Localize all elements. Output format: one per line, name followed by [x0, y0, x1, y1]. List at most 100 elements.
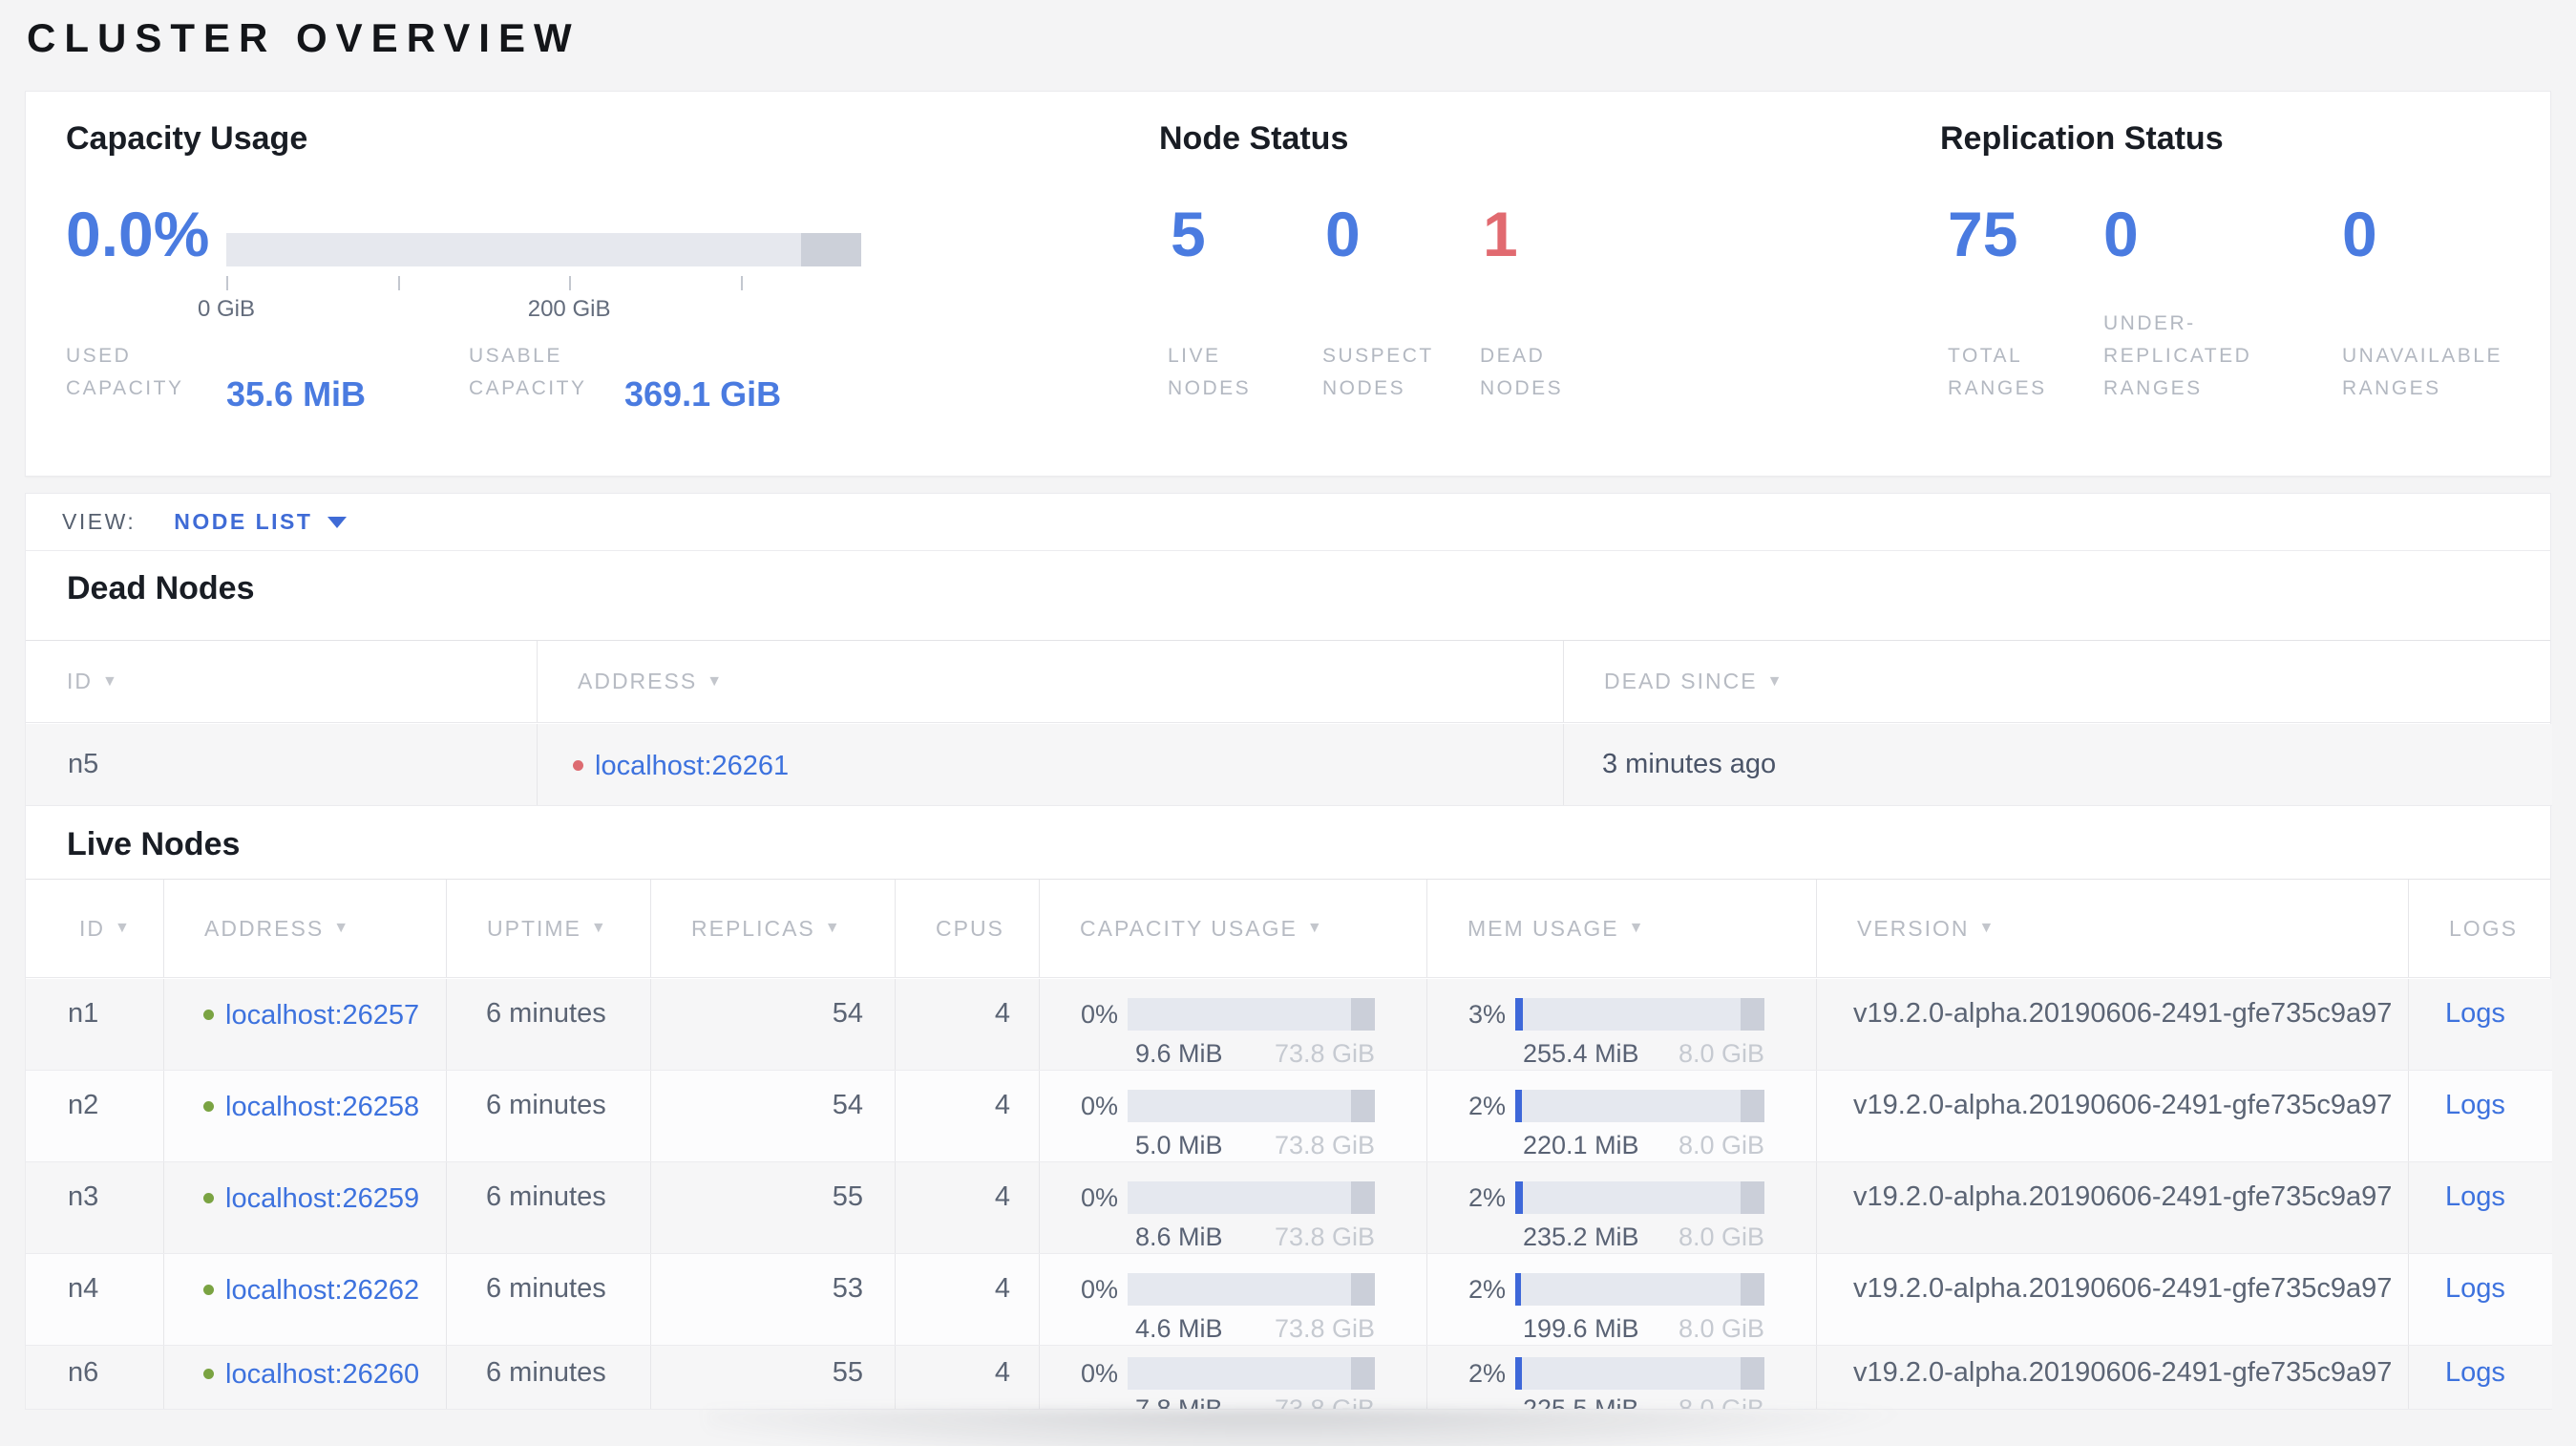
capacity-total-value: 73.8 GiB [1274, 1039, 1375, 1068]
cpus-value: 4 [895, 1162, 1039, 1253]
node-address-link[interactable]: localhost:26259 [225, 1183, 419, 1215]
node-address-link[interactable]: localhost:26260 [225, 1359, 419, 1391]
mem-bar-track [1515, 998, 1764, 1031]
node-status-heading: Node Status [1159, 120, 1349, 157]
replicas-value: 54 [650, 1071, 895, 1161]
capacity-bar-reserved-segment [1351, 1357, 1375, 1390]
dead-nodes-label: DEAD NODES [1480, 345, 1564, 399]
column-header-id[interactable]: ID ▼ [26, 880, 163, 977]
axis-tick [226, 276, 228, 290]
capacity-usage-cell: 0% 5.0 MiB 73.8 GiB [1039, 1071, 1426, 1161]
mem-used-value: 255.4 MiB [1523, 1039, 1639, 1068]
column-header-id[interactable]: ID ▼ [26, 641, 537, 722]
capacity-percent: 0% [1080, 1274, 1118, 1304]
capacity-used-value: 8.6 MiB [1135, 1223, 1223, 1251]
mem-bar-fill [1515, 1273, 1522, 1306]
dead-nodes-table-header: ID ▼ ADDRESS ▼ DEAD SINCE ▼ [26, 640, 2550, 723]
capacity-total-value: 73.8 GiB [1274, 1131, 1375, 1159]
node-address-cell: localhost:26260 [163, 1346, 446, 1409]
column-header-version[interactable]: VERSION ▼ [1816, 880, 2408, 977]
logs-cell: Logs [2408, 1254, 2552, 1345]
mem-bar-fill [1515, 998, 1523, 1031]
logs-link[interactable]: Logs [2445, 1273, 2505, 1304]
node-address-cell: localhost:26262 [163, 1254, 446, 1345]
capacity-usage-cell: 0% 9.6 MiB 73.8 GiB [1039, 979, 1426, 1070]
logs-link[interactable]: Logs [2445, 998, 2505, 1029]
mem-used-value: 199.6 MiB [1523, 1314, 1639, 1343]
sort-arrow-icon: ▼ [1978, 920, 1996, 936]
live-nodes-label: LIVE NODES [1168, 345, 1252, 399]
logs-cell: Logs [2408, 1162, 2552, 1253]
dead-since-value: 3 minutes ago [1563, 724, 2552, 805]
view-bar: VIEW: NODE LIST [25, 493, 2551, 551]
node-id: n3 [68, 1181, 99, 1212]
mem-bar-reserved-segment [1741, 1273, 1764, 1306]
mem-used-value: 220.1 MiB [1523, 1131, 1639, 1159]
column-header-address[interactable]: ADDRESS ▼ [537, 641, 1563, 722]
view-label: VIEW: [62, 509, 137, 534]
live-nodes-heading: Live Nodes [67, 826, 241, 862]
unavailable-count: 0 [2342, 199, 2377, 269]
column-header-cpus: CPUS [895, 880, 1039, 977]
node-address-cell: localhost:26261 [537, 724, 1563, 805]
mem-bar-fill [1515, 1181, 1523, 1214]
suspect-nodes-count: 0 [1325, 199, 1361, 269]
version-value: v19.2.0-alpha.20190606-2491-gfe735c9a97 [1816, 1254, 2408, 1345]
table-row: n2 localhost:26258 6 minutes 54 4 0% 5.0… [26, 1071, 2552, 1162]
mem-bar-reserved-segment [1741, 998, 1764, 1031]
capacity-percent: 0% [1080, 999, 1118, 1029]
node-address-link[interactable]: localhost:26261 [595, 751, 789, 782]
node-address-cell: localhost:26258 [163, 1071, 446, 1161]
logs-link[interactable]: Logs [2445, 1181, 2505, 1212]
column-header-address[interactable]: ADDRESS ▼ [163, 880, 446, 977]
logs-cell: Logs [2408, 979, 2552, 1070]
dead-node-dot-icon [573, 760, 583, 771]
replicas-value: 55 [650, 1162, 895, 1253]
axis-tick [569, 276, 572, 290]
sort-arrow-icon: ▼ [115, 920, 132, 936]
uptime-value: 6 minutes [446, 1162, 650, 1253]
column-header-capacity-usage[interactable]: CAPACITY USAGE ▼ [1039, 880, 1426, 977]
node-id: n1 [68, 998, 99, 1029]
node-tables-panel: Dead Nodes ID ▼ ADDRESS ▼ DEAD SINCE ▼ n… [25, 551, 2552, 1410]
mem-usage-cell: 2% 199.6 MiB 8.0 GiB [1426, 1254, 1816, 1345]
node-address-link[interactable]: localhost:26258 [225, 1092, 419, 1123]
node-id: n5 [68, 749, 99, 779]
page-title: CLUSTER OVERVIEW [27, 15, 581, 60]
capacity-bar-reserved-segment [1351, 1090, 1375, 1122]
capacity-bar-track [1128, 1273, 1375, 1306]
axis-tick [397, 276, 400, 290]
replicas-value: 54 [650, 979, 895, 1070]
mem-bar-track [1515, 1357, 1764, 1390]
live-nodes-table-header: ID ▼ ADDRESS ▼ UPTIME ▼ REPLICAS ▼ CPUS CAPA… [26, 879, 2550, 978]
column-header-mem-usage[interactable]: MEM USAGE ▼ [1426, 880, 1816, 977]
column-header-replicas[interactable]: REPLICAS ▼ [650, 880, 895, 977]
cluster-capacity-bar: 0 GiB 200 GiB [198, 233, 861, 338]
sort-arrow-icon: ▼ [1628, 920, 1646, 936]
node-address-link[interactable]: localhost:26262 [225, 1275, 419, 1307]
sort-arrow-icon: ▼ [824, 920, 842, 936]
mem-bar-reserved-segment [1741, 1181, 1764, 1214]
axis-tick-label: 200 GiB [527, 296, 611, 322]
column-header-dead-since[interactable]: DEAD SINCE ▼ [1563, 641, 2552, 722]
node-address-link[interactable]: localhost:26257 [225, 1000, 419, 1031]
mem-usage-cell: 2% 235.2 MiB 8.0 GiB [1426, 1162, 1816, 1253]
mem-used-value: 235.2 MiB [1523, 1223, 1639, 1251]
mem-bar-fill [1515, 1090, 1523, 1122]
unavailable-label: UNAVAILABLE RANGES [2342, 345, 2502, 399]
logs-link[interactable]: Logs [2445, 1357, 2505, 1388]
capacity-usage-cell: 0% 4.6 MiB 73.8 GiB [1039, 1254, 1426, 1345]
mem-usage-cell: 2% 220.1 MiB 8.0 GiB [1426, 1071, 1816, 1161]
mem-bar-fill [1515, 1357, 1523, 1390]
axis-tick-label: 0 GiB [197, 296, 256, 322]
table-row: n1 localhost:26257 6 minutes 54 4 0% 9.6… [26, 979, 2552, 1071]
view-selector-dropdown[interactable]: NODE LIST [174, 509, 348, 535]
node-id: n6 [68, 1357, 99, 1388]
usable-capacity-value: 369.1 GiB [624, 374, 782, 414]
column-header-uptime[interactable]: UPTIME ▼ [446, 880, 650, 977]
live-node-dot-icon [203, 1193, 214, 1203]
capacity-percent: 0.0% [66, 199, 210, 269]
logs-link[interactable]: Logs [2445, 1090, 2505, 1120]
mem-percent: 2% [1467, 1358, 1506, 1388]
version-value: v19.2.0-alpha.20190606-2491-gfe735c9a97 [1816, 979, 2408, 1070]
